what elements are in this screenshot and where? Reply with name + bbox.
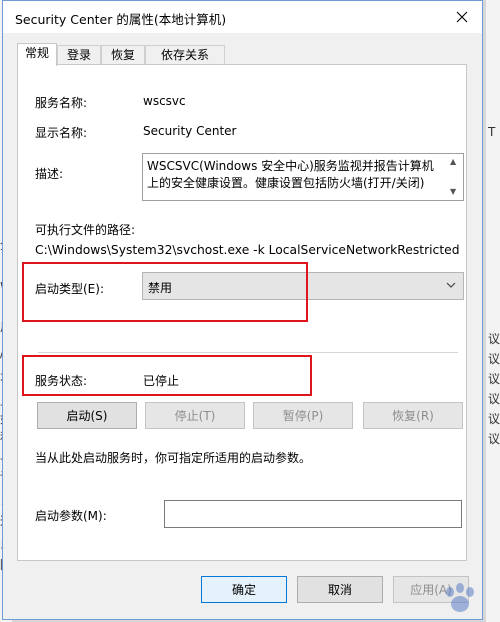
properties-dialog: Security Center 的属性(本地计算机) 常规 登录 恢复 依存关系… xyxy=(2,0,483,620)
description-box[interactable]: WSCSVC(Windows 安全中心)服务监视并报告计算机上的安全健康设置。健… xyxy=(142,153,464,201)
stop-button[interactable]: 停止(T) xyxy=(145,402,245,429)
close-button[interactable] xyxy=(442,1,482,33)
background-char: T xyxy=(488,125,496,139)
service-name-value: wscsvc xyxy=(143,94,186,108)
display-name-label: 显示名称: xyxy=(35,126,88,140)
executable-path-value: C:\Windows\System32\svchost.exe -k Local… xyxy=(35,243,460,257)
cancel-button[interactable]: 取消 xyxy=(297,576,383,603)
description-label: 描述: xyxy=(35,167,64,181)
scroll-down-icon[interactable]: ▼ xyxy=(450,187,456,196)
ok-button[interactable]: 确定 xyxy=(201,576,287,603)
section-divider xyxy=(38,352,458,353)
startup-type-highlight xyxy=(22,262,308,322)
executable-path-label: 可执行文件的路径: xyxy=(35,223,136,237)
paw-watermark-icon xyxy=(446,583,474,612)
chevron-down-icon xyxy=(446,282,456,288)
background-char: 议 xyxy=(488,352,500,366)
description-scrollbar[interactable]: ▲ ▼ xyxy=(447,154,463,200)
tab-logon[interactable]: 登录 xyxy=(57,45,101,65)
pause-button[interactable]: 暂停(P) xyxy=(253,402,353,429)
background-char: 议 xyxy=(488,332,500,346)
start-button[interactable]: 启动(S) xyxy=(37,402,137,429)
display-name-value: Security Center xyxy=(143,124,237,138)
tab-dependencies[interactable]: 依存关系 xyxy=(145,45,225,65)
start-params-label: 启动参数(M): xyxy=(35,509,107,523)
background-char: 议 xyxy=(488,392,500,406)
background-char: 议 xyxy=(488,412,500,426)
description-text: WSCSVC(Windows 安全中心)服务监视并报告计算机上的安全健康设置。健… xyxy=(147,159,434,190)
start-params-input[interactable] xyxy=(164,500,462,528)
service-status-highlight xyxy=(22,355,312,396)
service-name-label: 服务名称: xyxy=(35,96,88,110)
title-bar: Security Center 的属性(本地计算机) xyxy=(3,1,482,33)
background-char: 议 xyxy=(488,372,500,386)
scroll-up-icon[interactable]: ▲ xyxy=(450,157,456,166)
tab-general[interactable]: 常规 xyxy=(17,43,57,66)
tab-recovery[interactable]: 恢复 xyxy=(101,45,145,65)
general-tab-panel: 服务名称: wscsvc 显示名称: Security Center 描述: W… xyxy=(17,64,467,561)
start-params-hint: 当从此处启动服务时，你可指定所适用的启动参数。 xyxy=(35,451,312,465)
window-title: Security Center 的属性(本地计算机) xyxy=(15,12,227,27)
background-window-right xyxy=(486,0,500,622)
background-char: 议 xyxy=(488,432,500,446)
close-icon xyxy=(456,11,468,23)
resume-button[interactable]: 恢复(R) xyxy=(363,402,463,429)
